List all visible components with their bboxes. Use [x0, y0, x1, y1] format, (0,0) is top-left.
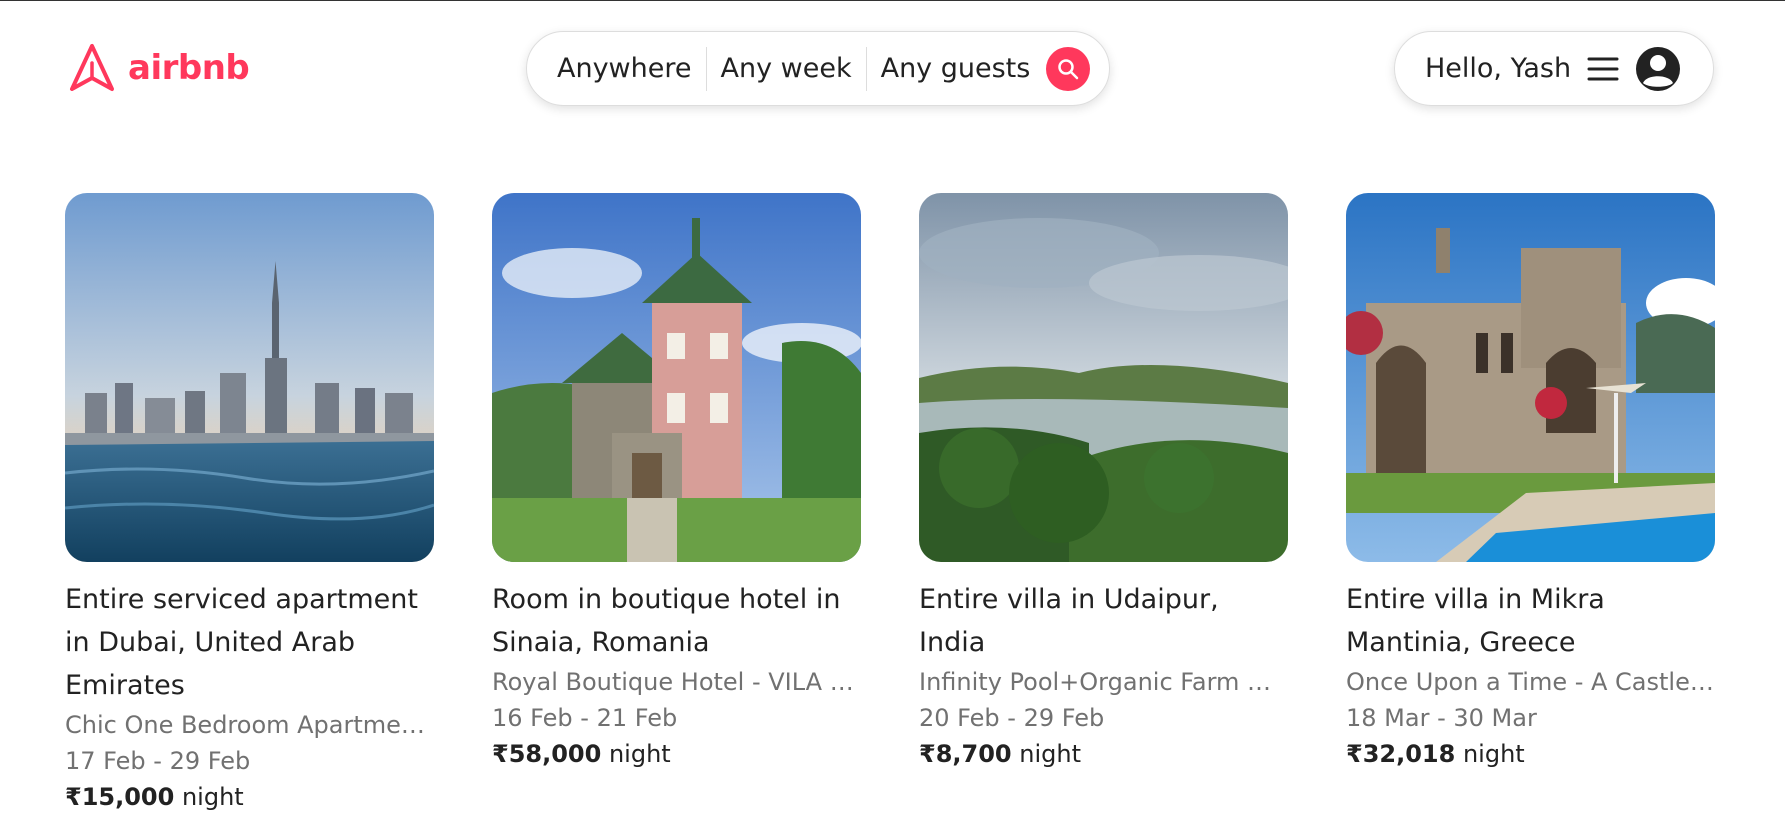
search-bar[interactable]: Anywhere Any week Any guests	[526, 31, 1110, 106]
user-greeting: Hello, Yash	[1425, 53, 1572, 84]
search-button[interactable]	[1046, 46, 1091, 91]
listing-title: Room in boutique hotel in Sinaia, Romani…	[492, 584, 841, 658]
listing-title: Entire villa in Mikra Mantinia, Greece	[1346, 584, 1605, 658]
user-menu-button[interactable]: Hello, Yash	[1394, 31, 1714, 106]
listing-price-amount: ₹58,000	[492, 740, 602, 768]
listing-card[interactable]: Room in boutique hotel in Sinaia, Romani…	[492, 193, 861, 815]
listing-price: ₹8,700 night	[919, 736, 1288, 772]
listing-price-unit: night	[608, 740, 671, 768]
search-week[interactable]: Any week	[707, 47, 866, 91]
listing-card[interactable]: Entire serviced apartment in Dubai, Unit…	[65, 193, 434, 815]
listing-card[interactable]: Entire villa in Mikra Mantinia, Greece O…	[1346, 193, 1715, 815]
listing-price-unit: night	[1462, 740, 1525, 768]
listing-card[interactable]: Entire villa in Udaipur, India Infinity …	[919, 193, 1288, 815]
listing-price-amount: ₹15,000	[65, 783, 175, 811]
listing-price: ₹58,000 night	[492, 736, 861, 772]
logo-text: airbnb	[128, 48, 250, 88]
listing-price-amount: ₹32,018	[1346, 740, 1456, 768]
listing-title: Entire villa in Udaipur, India	[919, 584, 1219, 658]
listing-dates: 20 Feb - 29 Feb	[919, 704, 1105, 732]
user-avatar-icon[interactable]	[1635, 46, 1681, 92]
listing-subtitle: Infinity Pool+Organic Farm Ho…	[919, 668, 1288, 696]
listing-price-unit: night	[1019, 740, 1081, 768]
listing-subtitle: Royal Boutique Hotel - VILA D…	[492, 668, 861, 696]
listing-subtitle: Chic One Bedroom Apartment…	[65, 711, 434, 739]
listing-dates: 17 Feb - 29 Feb	[65, 747, 251, 775]
listing-price: ₹15,000 night	[65, 779, 434, 815]
listing-dates: 16 Feb - 21 Feb	[492, 704, 678, 732]
airbnb-logo-icon	[70, 44, 114, 91]
airbnb-logo[interactable]: airbnb	[68, 43, 250, 93]
listing-subtitle: Once Upon a Time - A Castle …	[1346, 668, 1715, 696]
hamburger-menu-icon[interactable]	[1587, 56, 1619, 82]
listing-price: ₹32,018 night	[1346, 736, 1715, 772]
search-location[interactable]: Anywhere	[557, 47, 706, 91]
listing-image[interactable]	[1346, 193, 1715, 562]
listing-image[interactable]	[492, 193, 861, 562]
search-icon	[1058, 58, 1079, 79]
listing-image[interactable]	[65, 193, 434, 562]
listings-grid: Entire serviced apartment in Dubai, Unit…	[65, 193, 1715, 815]
listing-image[interactable]	[919, 193, 1288, 562]
listing-price-amount: ₹8,700	[919, 740, 1012, 768]
listing-title: Entire serviced apartment in Dubai, Unit…	[65, 584, 418, 701]
listing-dates: 18 Mar - 30 Mar	[1346, 704, 1537, 732]
search-guests[interactable]: Any guests	[867, 47, 1045, 91]
listing-price-unit: night	[181, 783, 244, 811]
